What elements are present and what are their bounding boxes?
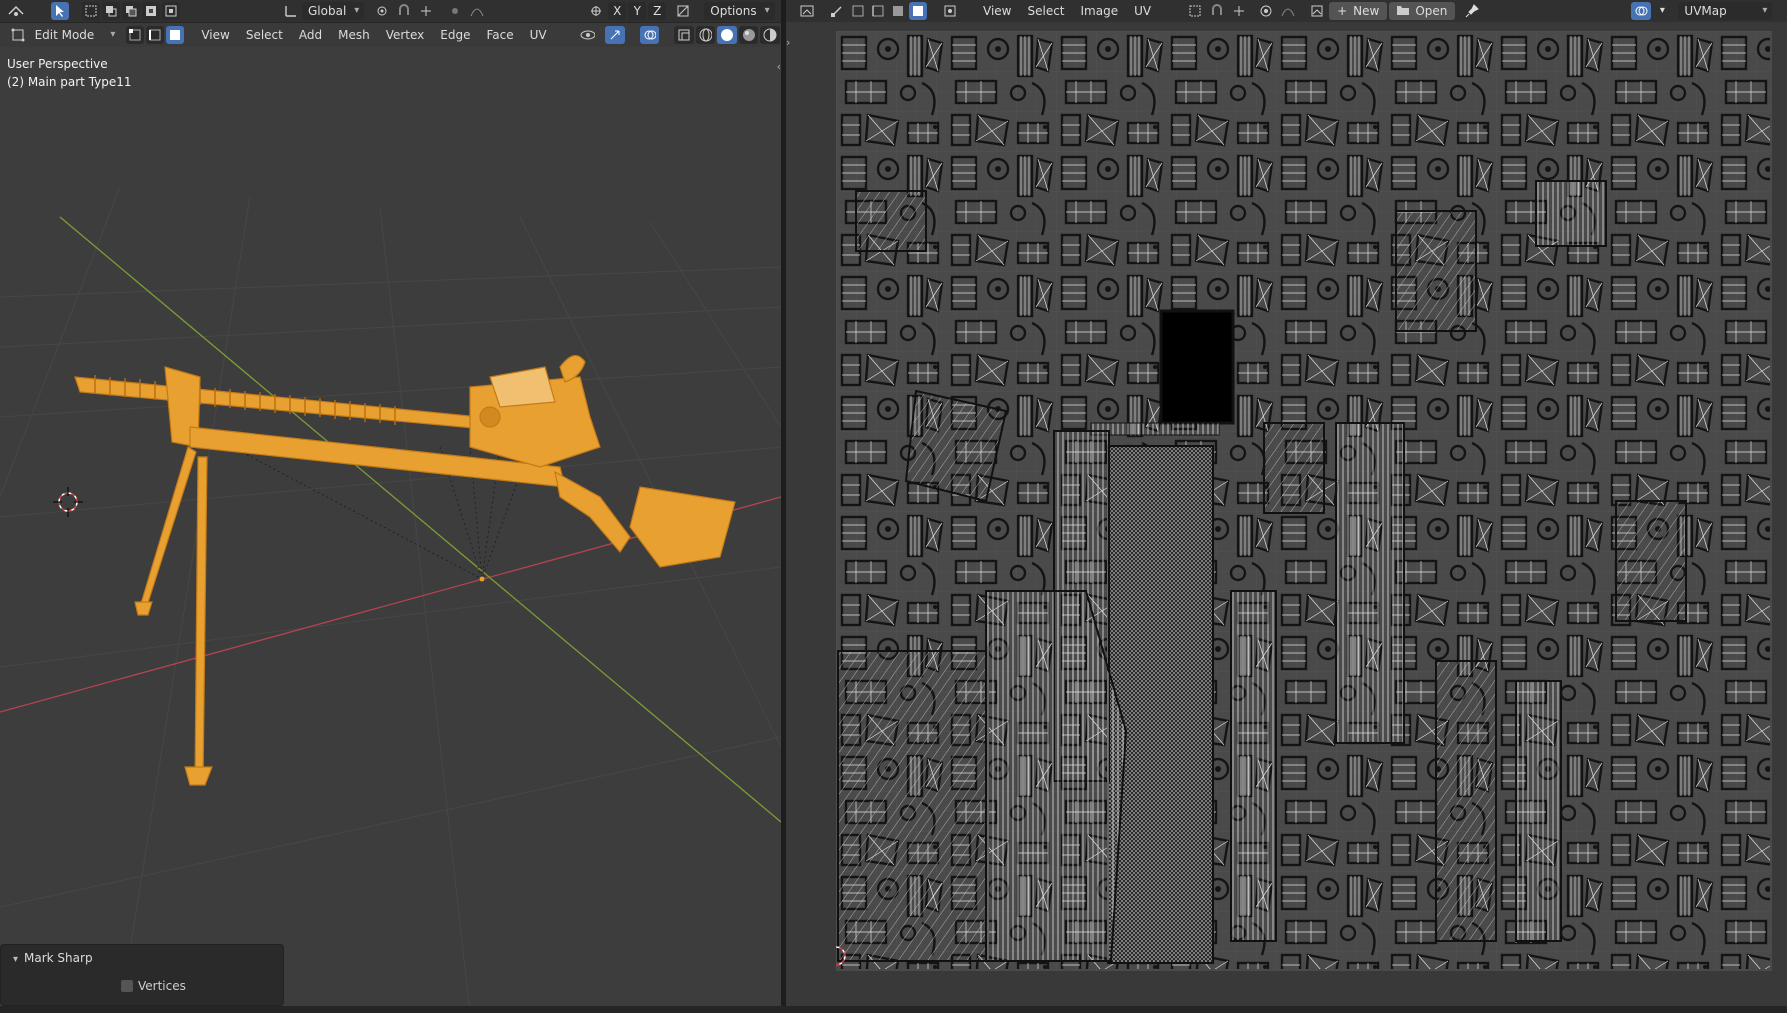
image-browse-icon[interactable]: [1307, 2, 1327, 20]
select-invert-icon[interactable]: [142, 2, 160, 20]
editor-type-icon[interactable]: [4, 2, 28, 20]
proportional-editing-icon[interactable]: [445, 2, 465, 20]
3d-viewport[interactable]: Global X Y Z Options Edit Mode View Sele…: [0, 0, 781, 1013]
uv-pivot-icon[interactable]: [1185, 2, 1205, 20]
vertices-checkbox[interactable]: [121, 980, 133, 992]
viewport-scene: [0, 186, 781, 1013]
status-bar: [0, 1006, 1787, 1013]
snap-target-icon[interactable]: [416, 2, 436, 20]
snap-icon[interactable]: [394, 2, 414, 20]
uv-menu-image[interactable]: Image: [1073, 1, 1127, 21]
uv-map-dropdown[interactable]: UVMap: [1678, 2, 1773, 20]
uv-face-mode-icon[interactable]: [889, 2, 907, 20]
material-shading-icon[interactable]: [738, 26, 759, 44]
transform-orientation-icon: [281, 2, 301, 20]
pin-icon[interactable]: [1462, 2, 1482, 20]
select-subtract-icon[interactable]: [122, 2, 140, 20]
floor-grid: [0, 186, 781, 1013]
uv-editor[interactable]: View Select Image UV + New Open ▾ UVMap …: [786, 0, 1787, 1013]
viewport-tool-header: Global X Y Z Options: [0, 0, 781, 23]
select-intersect-icon[interactable]: [162, 2, 180, 20]
rendered-shading-icon[interactable]: [760, 26, 781, 44]
uv-editor-header: View Select Image UV + New Open ▾ UVMap: [786, 0, 1787, 22]
uv-toolbar-toggle-icon[interactable]: ›: [786, 36, 790, 49]
menu-mesh[interactable]: Mesh: [330, 25, 378, 45]
menu-vertex[interactable]: Vertex: [378, 25, 433, 45]
vertices-option[interactable]: Vertices: [121, 979, 186, 993]
uv-menu-view[interactable]: View: [975, 1, 1019, 21]
edit-mode-icon: [8, 26, 28, 44]
uv-islands[interactable]: [826, 31, 1772, 971]
menu-uv[interactable]: UV: [522, 25, 555, 45]
new-image-button[interactable]: + New: [1329, 2, 1388, 20]
mode-dropdown[interactable]: Edit Mode: [28, 26, 121, 44]
axis-x-toggle[interactable]: X: [608, 2, 627, 20]
object-origin: [479, 576, 485, 582]
axis-y-toggle[interactable]: Y: [628, 2, 647, 20]
uv-overlays-icon[interactable]: [1631, 2, 1652, 20]
visibility-icon[interactable]: [577, 26, 599, 44]
overlays-icon[interactable]: [639, 26, 660, 44]
options-dropdown[interactable]: Options: [704, 2, 775, 20]
new-image-label: New: [1353, 4, 1380, 18]
gizmo-icon[interactable]: [605, 26, 625, 44]
uv-snap-icon[interactable]: [1207, 2, 1227, 20]
mirror-icon[interactable]: [586, 2, 606, 20]
menu-view[interactable]: View: [193, 25, 237, 45]
uv-falloff-icon[interactable]: [1278, 2, 1298, 20]
menu-add[interactable]: Add: [291, 25, 330, 45]
edge-select-mode-icon[interactable]: [146, 26, 165, 44]
folder-icon: [1397, 2, 1410, 20]
axis-z-toggle[interactable]: Z: [648, 2, 667, 20]
transform-orientation-dropdown[interactable]: Global: [302, 2, 365, 20]
face-select-mode-icon[interactable]: [166, 26, 185, 44]
select-new-icon[interactable]: [82, 2, 100, 20]
uv-vertex-mode-icon[interactable]: [849, 2, 867, 20]
uv-select-tool-icon[interactable]: [827, 2, 847, 20]
open-image-label: Open: [1415, 4, 1448, 18]
menu-face[interactable]: Face: [478, 25, 521, 45]
machine-gun-mesh[interactable]: [74, 355, 736, 786]
sticky-select-icon[interactable]: [940, 2, 960, 20]
uv-editor-type-icon[interactable]: [796, 2, 820, 20]
solid-shading-icon[interactable]: [717, 26, 737, 44]
select-extend-icon[interactable]: [102, 2, 120, 20]
uv-island-mode-icon[interactable]: [909, 2, 927, 20]
uv-canvas[interactable]: [826, 31, 1772, 971]
uv-menu-select[interactable]: Select: [1019, 1, 1072, 21]
menu-edge[interactable]: Edge: [432, 25, 478, 45]
vertices-label: Vertices: [138, 979, 186, 993]
open-image-button[interactable]: Open: [1389, 2, 1456, 20]
select-tool-icon[interactable]: [51, 2, 69, 20]
uv-edge-mode-icon[interactable]: [869, 2, 887, 20]
vertex-select-mode-icon[interactable]: [126, 26, 145, 44]
plus-icon: +: [1337, 4, 1348, 18]
uv-proportional-icon[interactable]: [1256, 2, 1276, 20]
xray-icon[interactable]: [674, 26, 694, 44]
uv-sync-icon[interactable]: [673, 2, 693, 20]
uv-snap-target-icon[interactable]: [1229, 2, 1249, 20]
falloff-icon[interactable]: [467, 2, 487, 20]
uv-overlays-dropdown-icon[interactable]: ▾: [1653, 2, 1671, 20]
menu-select[interactable]: Select: [238, 25, 291, 45]
viewport-header: Edit Mode View Select Add Mesh Vertex Ed…: [0, 23, 781, 47]
operator-panel-title[interactable]: Mark Sharp: [13, 951, 93, 965]
wireframe-shading-icon[interactable]: [695, 26, 716, 44]
pivot-point-icon[interactable]: [372, 2, 392, 20]
operator-panel: Mark Sharp Vertices: [0, 944, 284, 1006]
3d-cursor[interactable]: [53, 487, 83, 517]
uv-menu-uv[interactable]: UV: [1126, 1, 1159, 21]
